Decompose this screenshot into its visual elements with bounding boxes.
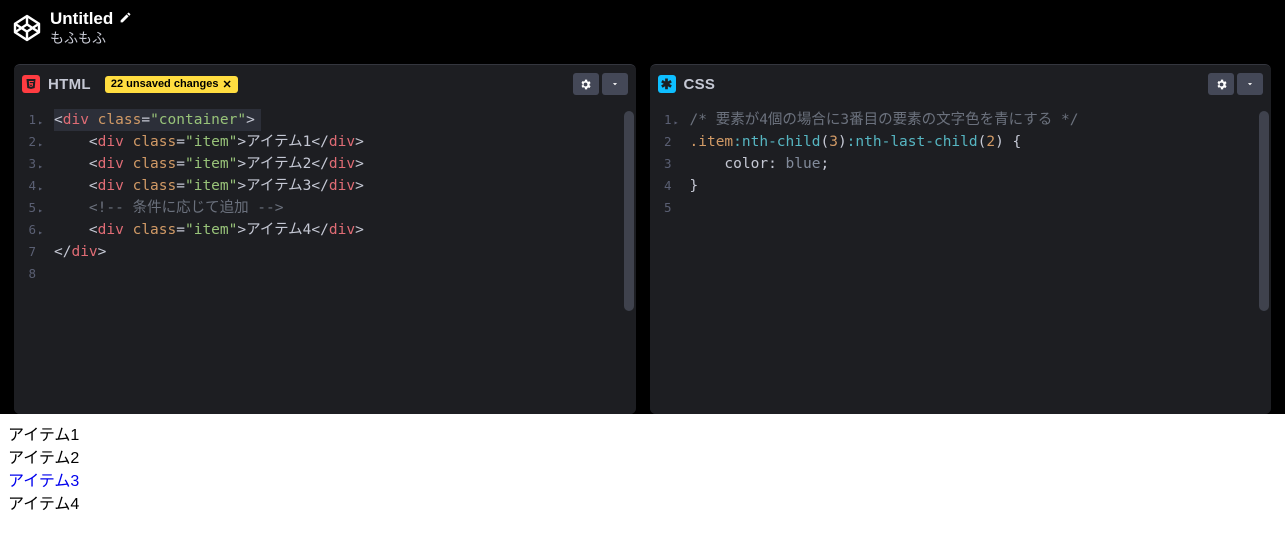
css-gutter: 1 2 3 4 5 <box>650 103 678 414</box>
css-settings-button[interactable] <box>1208 73 1234 95</box>
line-number: 2 <box>14 131 36 153</box>
html-icon <box>22 75 40 93</box>
html-panel-header: HTML 22 unsaved changes ✕ <box>14 65 636 103</box>
html-settings-button[interactable] <box>573 73 599 95</box>
css-panel-title: CSS <box>684 76 716 93</box>
css-code-body[interactable]: /* 要素が4個の場合に3番目の要素の文字色を青にする */ .item:nth… <box>678 103 1272 414</box>
pen-title[interactable]: Untitled <box>50 9 113 29</box>
line-number: 6 <box>14 219 36 241</box>
scrollbar-thumb[interactable] <box>624 111 634 311</box>
css-editor[interactable]: 1 2 3 4 5 /* 要素が4個の場合に3番目の要素の文字色を青にする */… <box>650 103 1272 414</box>
line-number: 4 <box>14 175 36 197</box>
title-block: Untitled もふもふ <box>50 9 132 48</box>
scrollbar-thumb[interactable] <box>1259 111 1269 311</box>
editor-panels: HTML 22 unsaved changes ✕ 1 2 3 4 5 6 <box>0 56 1285 414</box>
line-number: 2 <box>650 131 672 153</box>
preview-pane: アイテム1 アイテム2 アイテム3 アイテム4 <box>0 414 1285 555</box>
line-number: 1 <box>650 109 672 131</box>
html-code-body[interactable]: <div class="container"> <div class="item… <box>42 103 636 414</box>
app-header: Untitled もふもふ <box>0 0 1285 56</box>
list-item: アイテム1 <box>8 424 1277 447</box>
line-number: 5 <box>650 197 672 219</box>
line-number: 4 <box>650 175 672 197</box>
css-dropdown-button[interactable] <box>1237 73 1263 95</box>
list-item: アイテム2 <box>8 447 1277 470</box>
badge-text: 22 unsaved changes <box>111 78 219 90</box>
close-icon[interactable]: ✕ <box>222 78 231 91</box>
list-item: アイテム3 <box>8 470 1277 493</box>
edit-title-icon[interactable] <box>119 11 132 27</box>
line-number: 3 <box>14 153 36 175</box>
line-number: 3 <box>650 153 672 175</box>
html-editor[interactable]: 1 2 3 4 5 6 7 8 <div class="container"> … <box>14 103 636 414</box>
codepen-logo-icon[interactable] <box>10 11 44 45</box>
html-dropdown-button[interactable] <box>602 73 628 95</box>
html-panel: HTML 22 unsaved changes ✕ 1 2 3 4 5 6 <box>14 64 636 414</box>
list-item: アイテム4 <box>8 493 1277 516</box>
css-panel-header: ✱ CSS <box>650 65 1272 103</box>
line-number: 5 <box>14 197 36 219</box>
html-panel-title: HTML <box>48 76 91 93</box>
line-number: 8 <box>14 263 36 285</box>
unsaved-changes-badge[interactable]: 22 unsaved changes ✕ <box>105 76 238 93</box>
line-number: 7 <box>14 241 36 263</box>
css-panel: ✱ CSS 1 2 3 4 5 /* 要素が4個の場合に3番目の要素の文字色を青… <box>650 64 1272 414</box>
line-number: 1 <box>14 109 36 131</box>
pen-author[interactable]: もふもふ <box>50 28 132 48</box>
html-gutter: 1 2 3 4 5 6 7 8 <box>14 103 42 414</box>
css-icon: ✱ <box>658 75 676 93</box>
